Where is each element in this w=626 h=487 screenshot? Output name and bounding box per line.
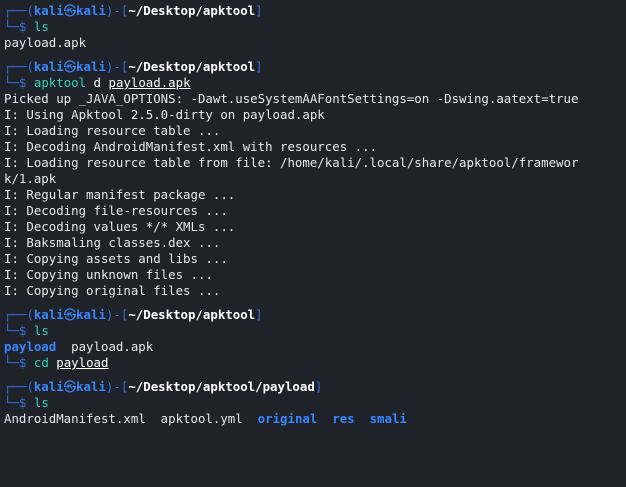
prompt-path: ~/Desktop/apktool <box>128 307 256 322</box>
output-line: I: Baksmaling classes.dex ... <box>4 235 221 250</box>
command-arg-dir: payload <box>56 355 109 370</box>
output-line: payload.apk <box>4 35 87 50</box>
output-line: I: Copying unknown files ... <box>4 267 213 282</box>
prompt-dollar: └─$ <box>4 355 27 370</box>
directory-entry: res <box>332 411 355 426</box>
output-line: I: Copying assets and libs ... <box>4 251 228 266</box>
prompt-frame: ] <box>255 59 263 74</box>
prompt-user: kali <box>33 59 64 74</box>
output-line: I: Decoding AndroidManifest.xml with res… <box>4 139 377 154</box>
prompt-host: kali <box>76 307 106 322</box>
output-line: I: Using Apktool 2.5.0-dirty on payload.… <box>4 107 325 122</box>
output-line: payload payload.apk <box>4 339 626 355</box>
prompt-dollar: └─$ <box>4 19 27 34</box>
kali-skull-icon: ㉿ <box>63 379 77 394</box>
prompt-dollar: └─$ <box>4 75 27 90</box>
prompt-frame: )-[ <box>105 3 129 18</box>
prompt-frame: ] <box>255 3 263 18</box>
prompt-frame: )-[ <box>105 307 129 322</box>
kali-skull-icon: ㉿ <box>63 3 77 18</box>
prompt-header: ┌──(kali㉿kali)-[~/Desktop/apktool/payloa… <box>4 379 626 395</box>
command-line: └─$ ls <box>4 19 626 35</box>
output-line: I: Loading resource table from file: /ho… <box>4 155 579 170</box>
command-text: cd <box>33 355 49 370</box>
kali-skull-icon: ㉿ <box>63 307 77 322</box>
prompt-host: kali <box>76 379 106 394</box>
output-line: I: Regular manifest package ... <box>4 187 236 202</box>
prompt-frame: )-[ <box>105 59 129 74</box>
file-entry: apktool.yml <box>160 411 243 426</box>
command-line: └─$ ls <box>4 323 626 339</box>
command-arg-file: payload.apk <box>108 75 191 90</box>
prompt-user: kali <box>33 379 64 394</box>
directory-entry: payload <box>4 339 57 354</box>
command-text: ls <box>33 323 49 338</box>
prompt-frame: ┌──( <box>4 379 34 394</box>
prompt-host: kali <box>76 3 106 18</box>
output-line: I: Decoding file-resources ... <box>4 203 228 218</box>
file-entry: payload.apk <box>71 339 154 354</box>
output-line: k/1.apk <box>4 171 57 186</box>
prompt-path: ~/Desktop/apktool <box>128 3 256 18</box>
kali-skull-icon: ㉿ <box>63 59 77 74</box>
output-line: I: Loading resource table ... <box>4 123 221 138</box>
prompt-header: ┌──(kali㉿kali)-[~/Desktop/apktool] <box>4 3 626 19</box>
command-text: ls <box>33 395 49 410</box>
terminal-window[interactable]: ┌──(kali㉿kali)-[~/Desktop/apktool] └─$ l… <box>0 0 626 487</box>
prompt-host: kali <box>76 59 106 74</box>
command-arg: d <box>93 75 102 90</box>
output-line: I: Decoding values */* XMLs ... <box>4 219 236 234</box>
output-line: AndroidManifest.xml apktool.yml original… <box>4 411 626 427</box>
prompt-dollar: └─$ <box>4 323 27 338</box>
prompt-path: ~/Desktop/apktool/payload <box>128 379 315 394</box>
prompt-frame: ] <box>255 307 263 322</box>
directory-entry: smali <box>369 411 407 426</box>
prompt-frame: ┌──( <box>4 3 34 18</box>
prompt-frame: )-[ <box>105 379 129 394</box>
command-line: └─$ cd payload <box>4 355 626 371</box>
command-text: ls <box>33 19 49 34</box>
output-line: Picked up _JAVA_OPTIONS: -Dawt.useSystem… <box>4 91 579 106</box>
command-text: apktool <box>33 75 87 90</box>
prompt-frame: ┌──( <box>4 59 34 74</box>
command-line: └─$ ls <box>4 395 626 411</box>
prompt-header: ┌──(kali㉿kali)-[~/Desktop/apktool] <box>4 59 626 75</box>
prompt-header: ┌──(kali㉿kali)-[~/Desktop/apktool] <box>4 307 626 323</box>
prompt-dollar: └─$ <box>4 395 27 410</box>
prompt-frame: ] <box>314 379 323 394</box>
prompt-frame: ┌──( <box>4 307 34 322</box>
prompt-user: kali <box>33 3 64 18</box>
prompt-user: kali <box>33 307 64 322</box>
directory-entry: original <box>257 411 318 426</box>
output-line: I: Copying original files ... <box>4 283 221 298</box>
file-entry: AndroidManifest.xml <box>4 411 146 426</box>
command-line: └─$ apktool d payload.apk <box>4 75 626 91</box>
prompt-path: ~/Desktop/apktool <box>128 59 256 74</box>
